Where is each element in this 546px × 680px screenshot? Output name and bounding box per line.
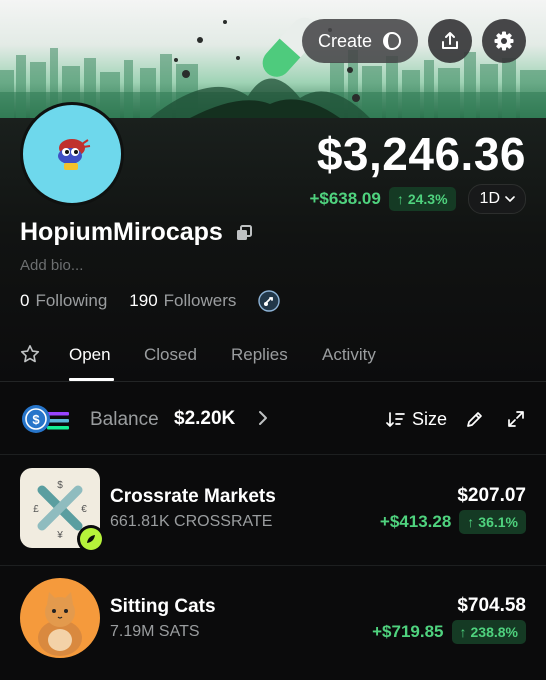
following-count[interactable]: 0 [20,291,29,311]
follow-stats: 0 Following 190 Followers [20,290,281,312]
portfolio-change: +$638.09 ↑ 24.3% 1D [309,184,526,214]
header-actions: Create [301,19,526,63]
portfolio-change-pct: 24.3% [407,191,448,207]
holding-change-badge: ↑ 36.1% [459,510,526,534]
period-selector[interactable]: 1D [467,184,526,214]
avatar[interactable] [20,102,124,206]
verified-badge-icon [77,525,105,553]
svg-text:$: $ [57,480,63,491]
pepe-avatar-icon [58,139,91,170]
tab-open[interactable]: Open [69,345,111,365]
active-tab-indicator [69,378,114,381]
settings-gear-icon [494,31,514,51]
holding-amount: 7.19M SATS [110,623,200,640]
username: HopiumMirocaps [20,218,223,246]
usdc-sol-icon: $ [22,405,69,433]
sort-size-button[interactable]: Size [386,409,447,430]
bio-placeholder[interactable]: Add bio... [20,257,83,274]
holding-change-abs: +$719.85 [372,622,444,641]
portfolio-value: $3,246.36 [316,128,526,180]
sort-icon [386,411,405,427]
username-row: HopiumMirocaps [20,218,253,247]
svg-text:£: £ [33,504,39,515]
portfolio-change-badge: ↑ 24.3% [388,187,456,211]
tab-activity[interactable]: Activity [322,345,376,365]
share-icon [442,32,458,49]
holding-change-badge: ↑ 238.8% [451,620,526,644]
chevron-right-icon[interactable] [256,408,270,428]
balance-value: $2.20K [174,408,236,429]
holding-name: Crossrate Markets [110,486,276,507]
pencil-icon[interactable] [465,409,485,429]
holding-change-pct: 36.1% [478,514,518,530]
linked-account-icon[interactable] [258,290,281,312]
copy-icon[interactable] [235,224,253,242]
create-circle-icon [383,32,401,50]
svg-text:€: € [81,504,87,515]
holding-change: +$719.85 ↑ 238.8% [372,620,526,644]
svg-text:$: $ [32,412,40,427]
holding-change-pct: 238.8% [470,624,518,640]
holding-change-abs: +$413.28 [379,512,452,531]
svg-text:¥: ¥ [56,530,63,541]
followers-label[interactable]: Followers [164,291,237,311]
arrow-up-icon: ↑ [396,191,404,207]
cat-logo-icon [38,592,82,656]
tab-closed[interactable]: Closed [144,345,197,365]
tab-replies[interactable]: Replies [231,345,288,365]
balance-row[interactable]: $ Balance $2.20K Size [0,383,546,455]
profile-tabs: Open Closed Replies Activity [0,334,546,382]
following-label[interactable]: Following [35,291,107,311]
holding-value: $207.07 [457,485,526,506]
holding-value: $704.58 [457,595,526,616]
arrow-up-icon: ↑ [459,624,467,640]
create-button[interactable]: Create [301,19,418,63]
arrow-up-icon: ↑ [467,514,475,530]
holding-row[interactable]: Sitting Cats 7.19M SATS $704.58 +$719.85… [0,566,546,676]
expand-icon[interactable] [506,409,526,429]
settings-button[interactable] [482,19,526,63]
chevron-down-icon [505,196,515,202]
holding-name: Sitting Cats [110,596,216,617]
sitting-cats-token-icon [20,578,100,658]
balance-label: Balance [90,409,159,430]
period-label: 1D [479,190,500,207]
create-label: Create [317,30,372,51]
star-icon[interactable] [20,344,40,364]
followers-count[interactable]: 190 [129,291,157,311]
sort-label: Size [412,409,448,429]
holding-amount: 661.81K CROSSRATE [110,513,273,530]
holding-row[interactable]: $ £ € ¥ Crossrate Markets 661.81K CROSSR… [0,456,546,566]
portfolio-change-abs: +$638.09 [309,189,381,208]
holding-change: +$413.28 ↑ 36.1% [380,510,526,534]
share-button[interactable] [428,19,472,63]
